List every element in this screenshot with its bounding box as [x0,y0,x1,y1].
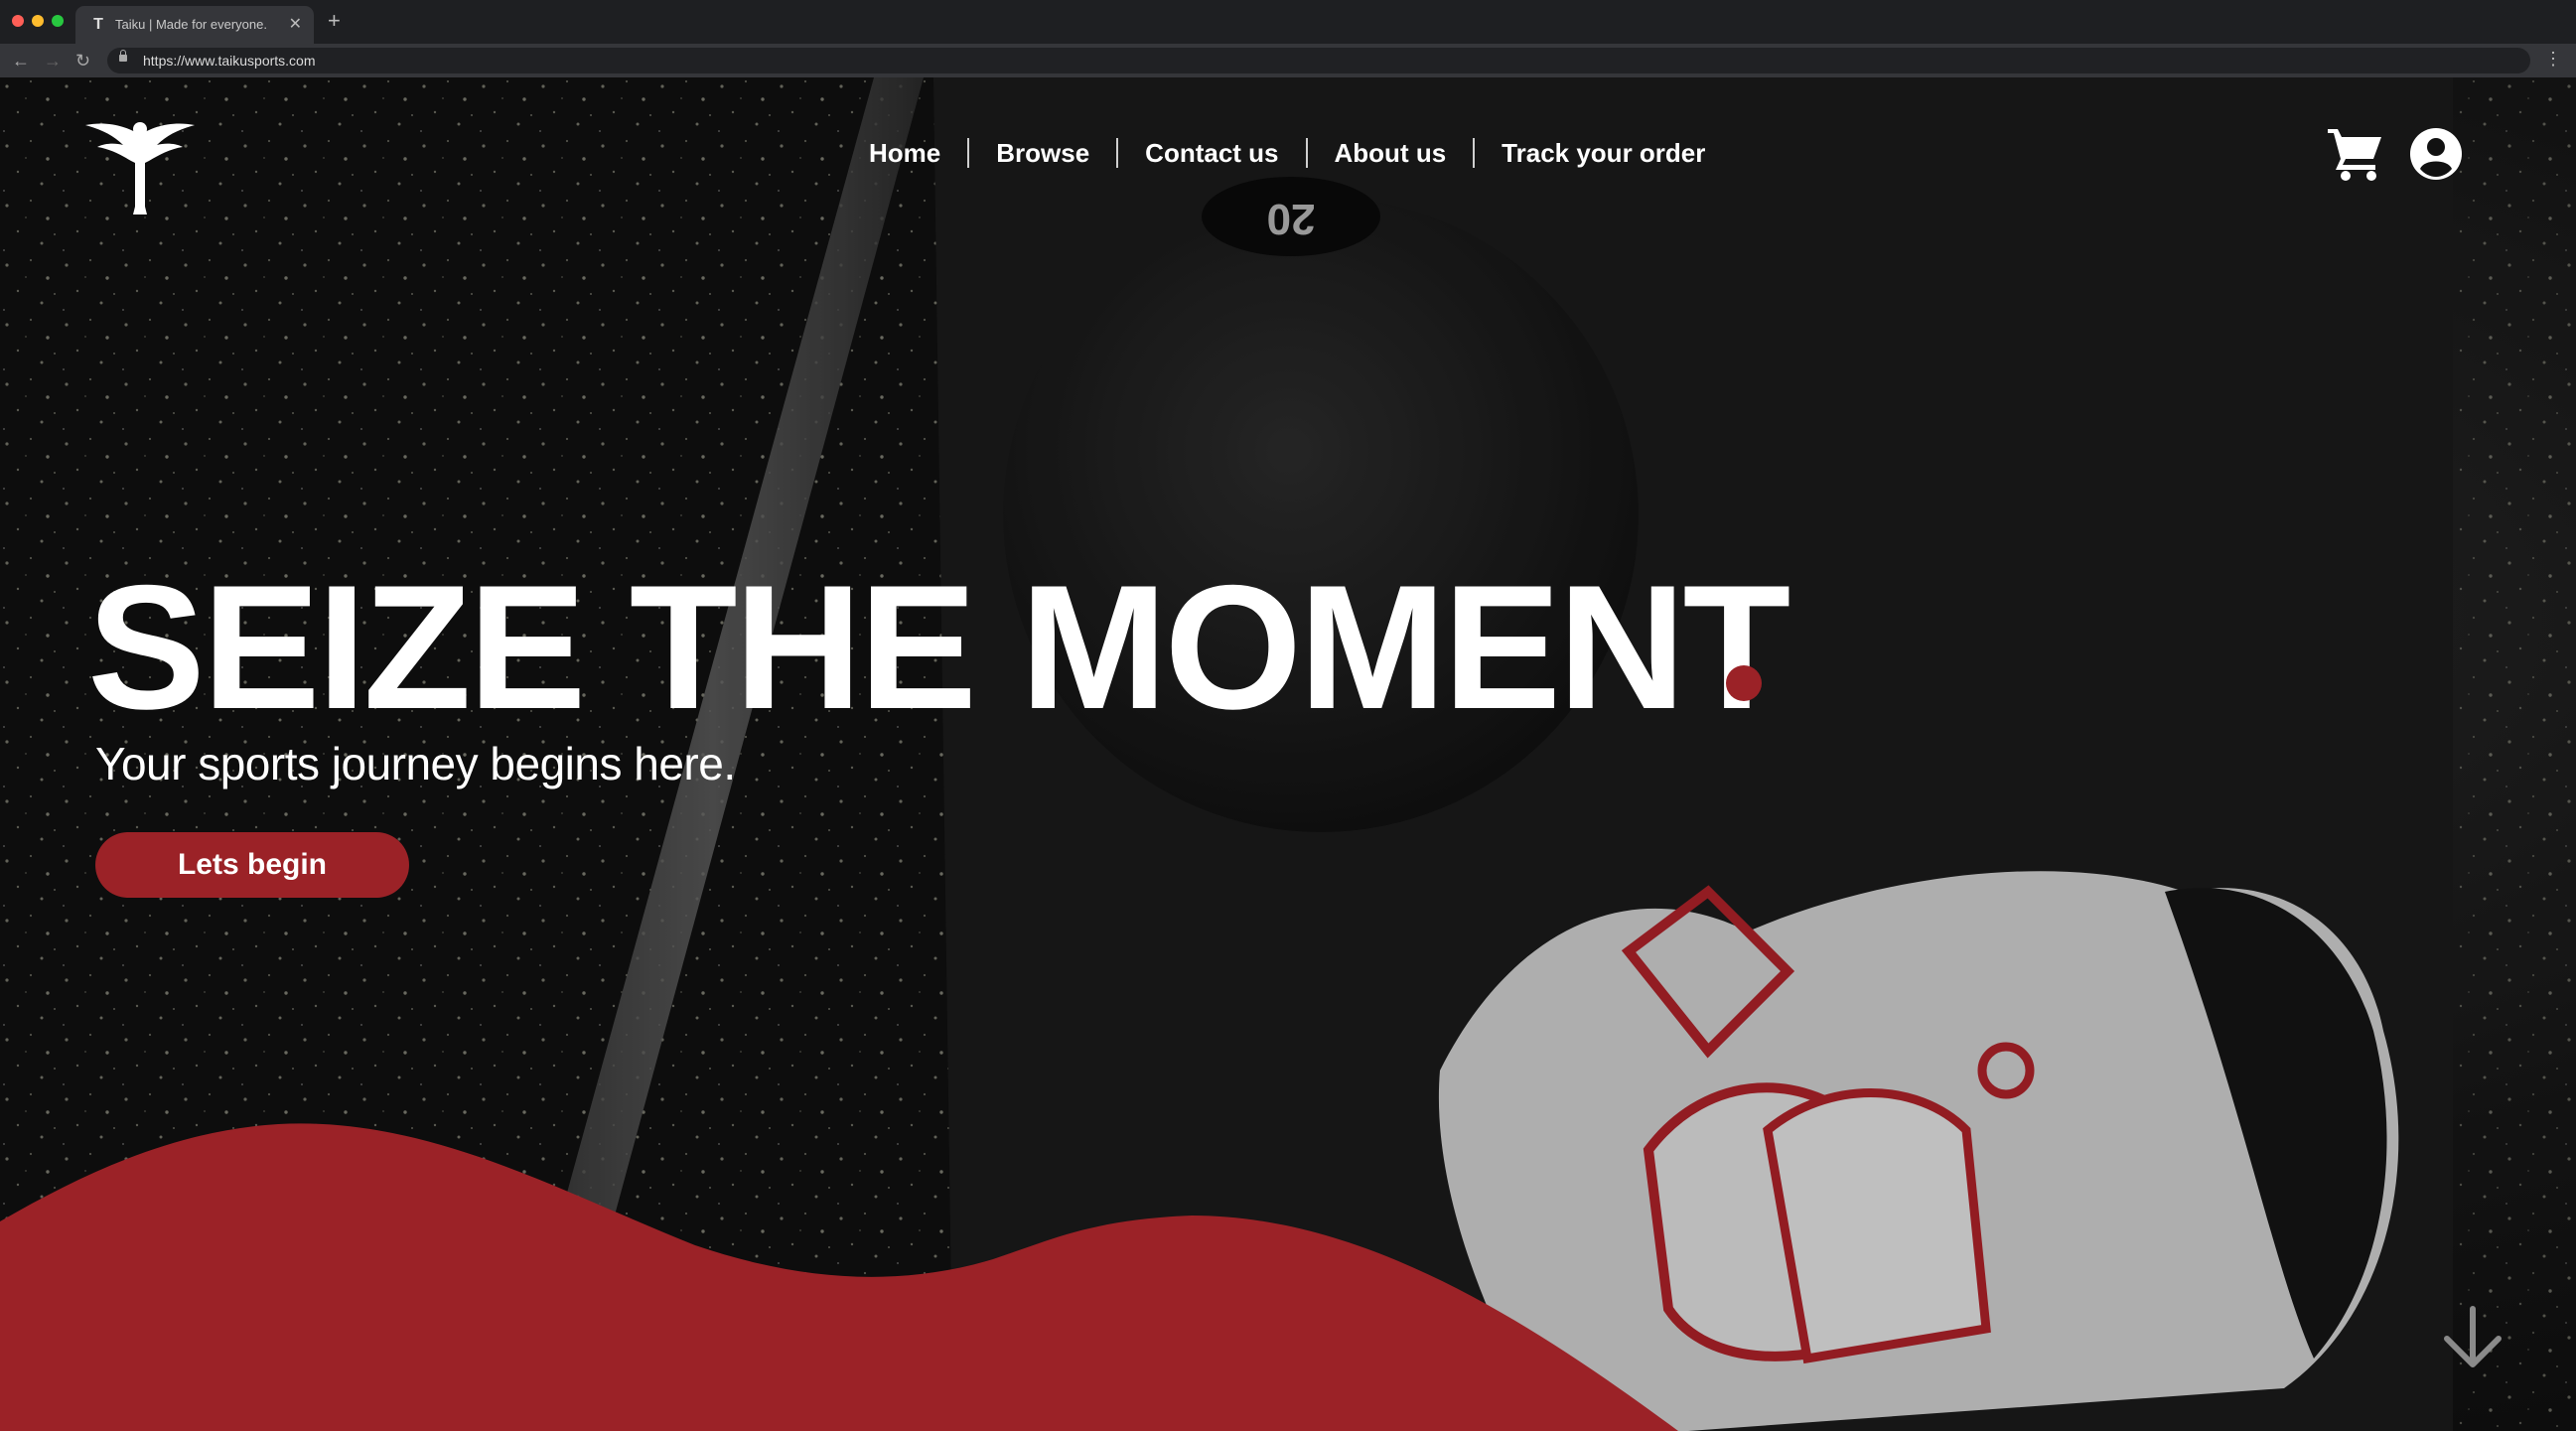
hero-title: SEIZE THE MOMENT [87,548,1790,746]
nav-home[interactable]: Home [842,138,967,168]
nav-browse[interactable]: Browse [969,138,1116,168]
close-window-button[interactable] [12,15,24,27]
browser-toolbar: ← → ↻ https://www.taikusports.com ⋮ [0,44,2576,77]
nav-contact[interactable]: Contact us [1118,138,1305,168]
browser-tab[interactable]: T Taiku | Made for everyone. ✕ [75,6,314,44]
maximize-window-button[interactable] [52,15,64,27]
browser-menu-icon[interactable]: ⋮ [2544,49,2562,70]
new-tab-button[interactable]: + [328,10,341,32]
forward-icon[interactable]: → [44,50,62,72]
address-bar[interactable]: https://www.taikusports.com [107,48,2530,73]
tab-title: Taiku | Made for everyone. [115,17,267,32]
user-icon[interactable] [2409,127,2463,181]
minimize-window-button[interactable] [32,15,44,27]
hero-title-dot [1726,665,1762,701]
nav-about[interactable]: About us [1308,138,1474,168]
lock-icon [119,50,127,62]
hero-subtitle: Your sports journey begins here. [95,738,736,789]
url-text[interactable]: https://www.taikusports.com [143,53,316,69]
main-nav: Home Browse Contact us About us Track yo… [842,131,1732,175]
cart-icon[interactable] [2326,123,2385,183]
tab-close-icon[interactable]: ✕ [289,14,302,34]
reload-icon[interactable]: ↻ [75,50,90,72]
favicon-icon: T [93,16,103,33]
hero-section: 20 Home Browse Contact us About us Track… [0,77,2576,1431]
winged-figure-logo-icon[interactable] [85,115,195,215]
lets-begin-button[interactable]: Lets begin [95,832,409,898]
back-icon[interactable]: ← [12,50,30,72]
arrow-down-icon[interactable] [2439,1305,2506,1372]
browser-tab-bar: T Taiku | Made for everyone. ✕ + [0,0,2576,44]
nav-track-order[interactable]: Track your order [1475,138,1732,168]
